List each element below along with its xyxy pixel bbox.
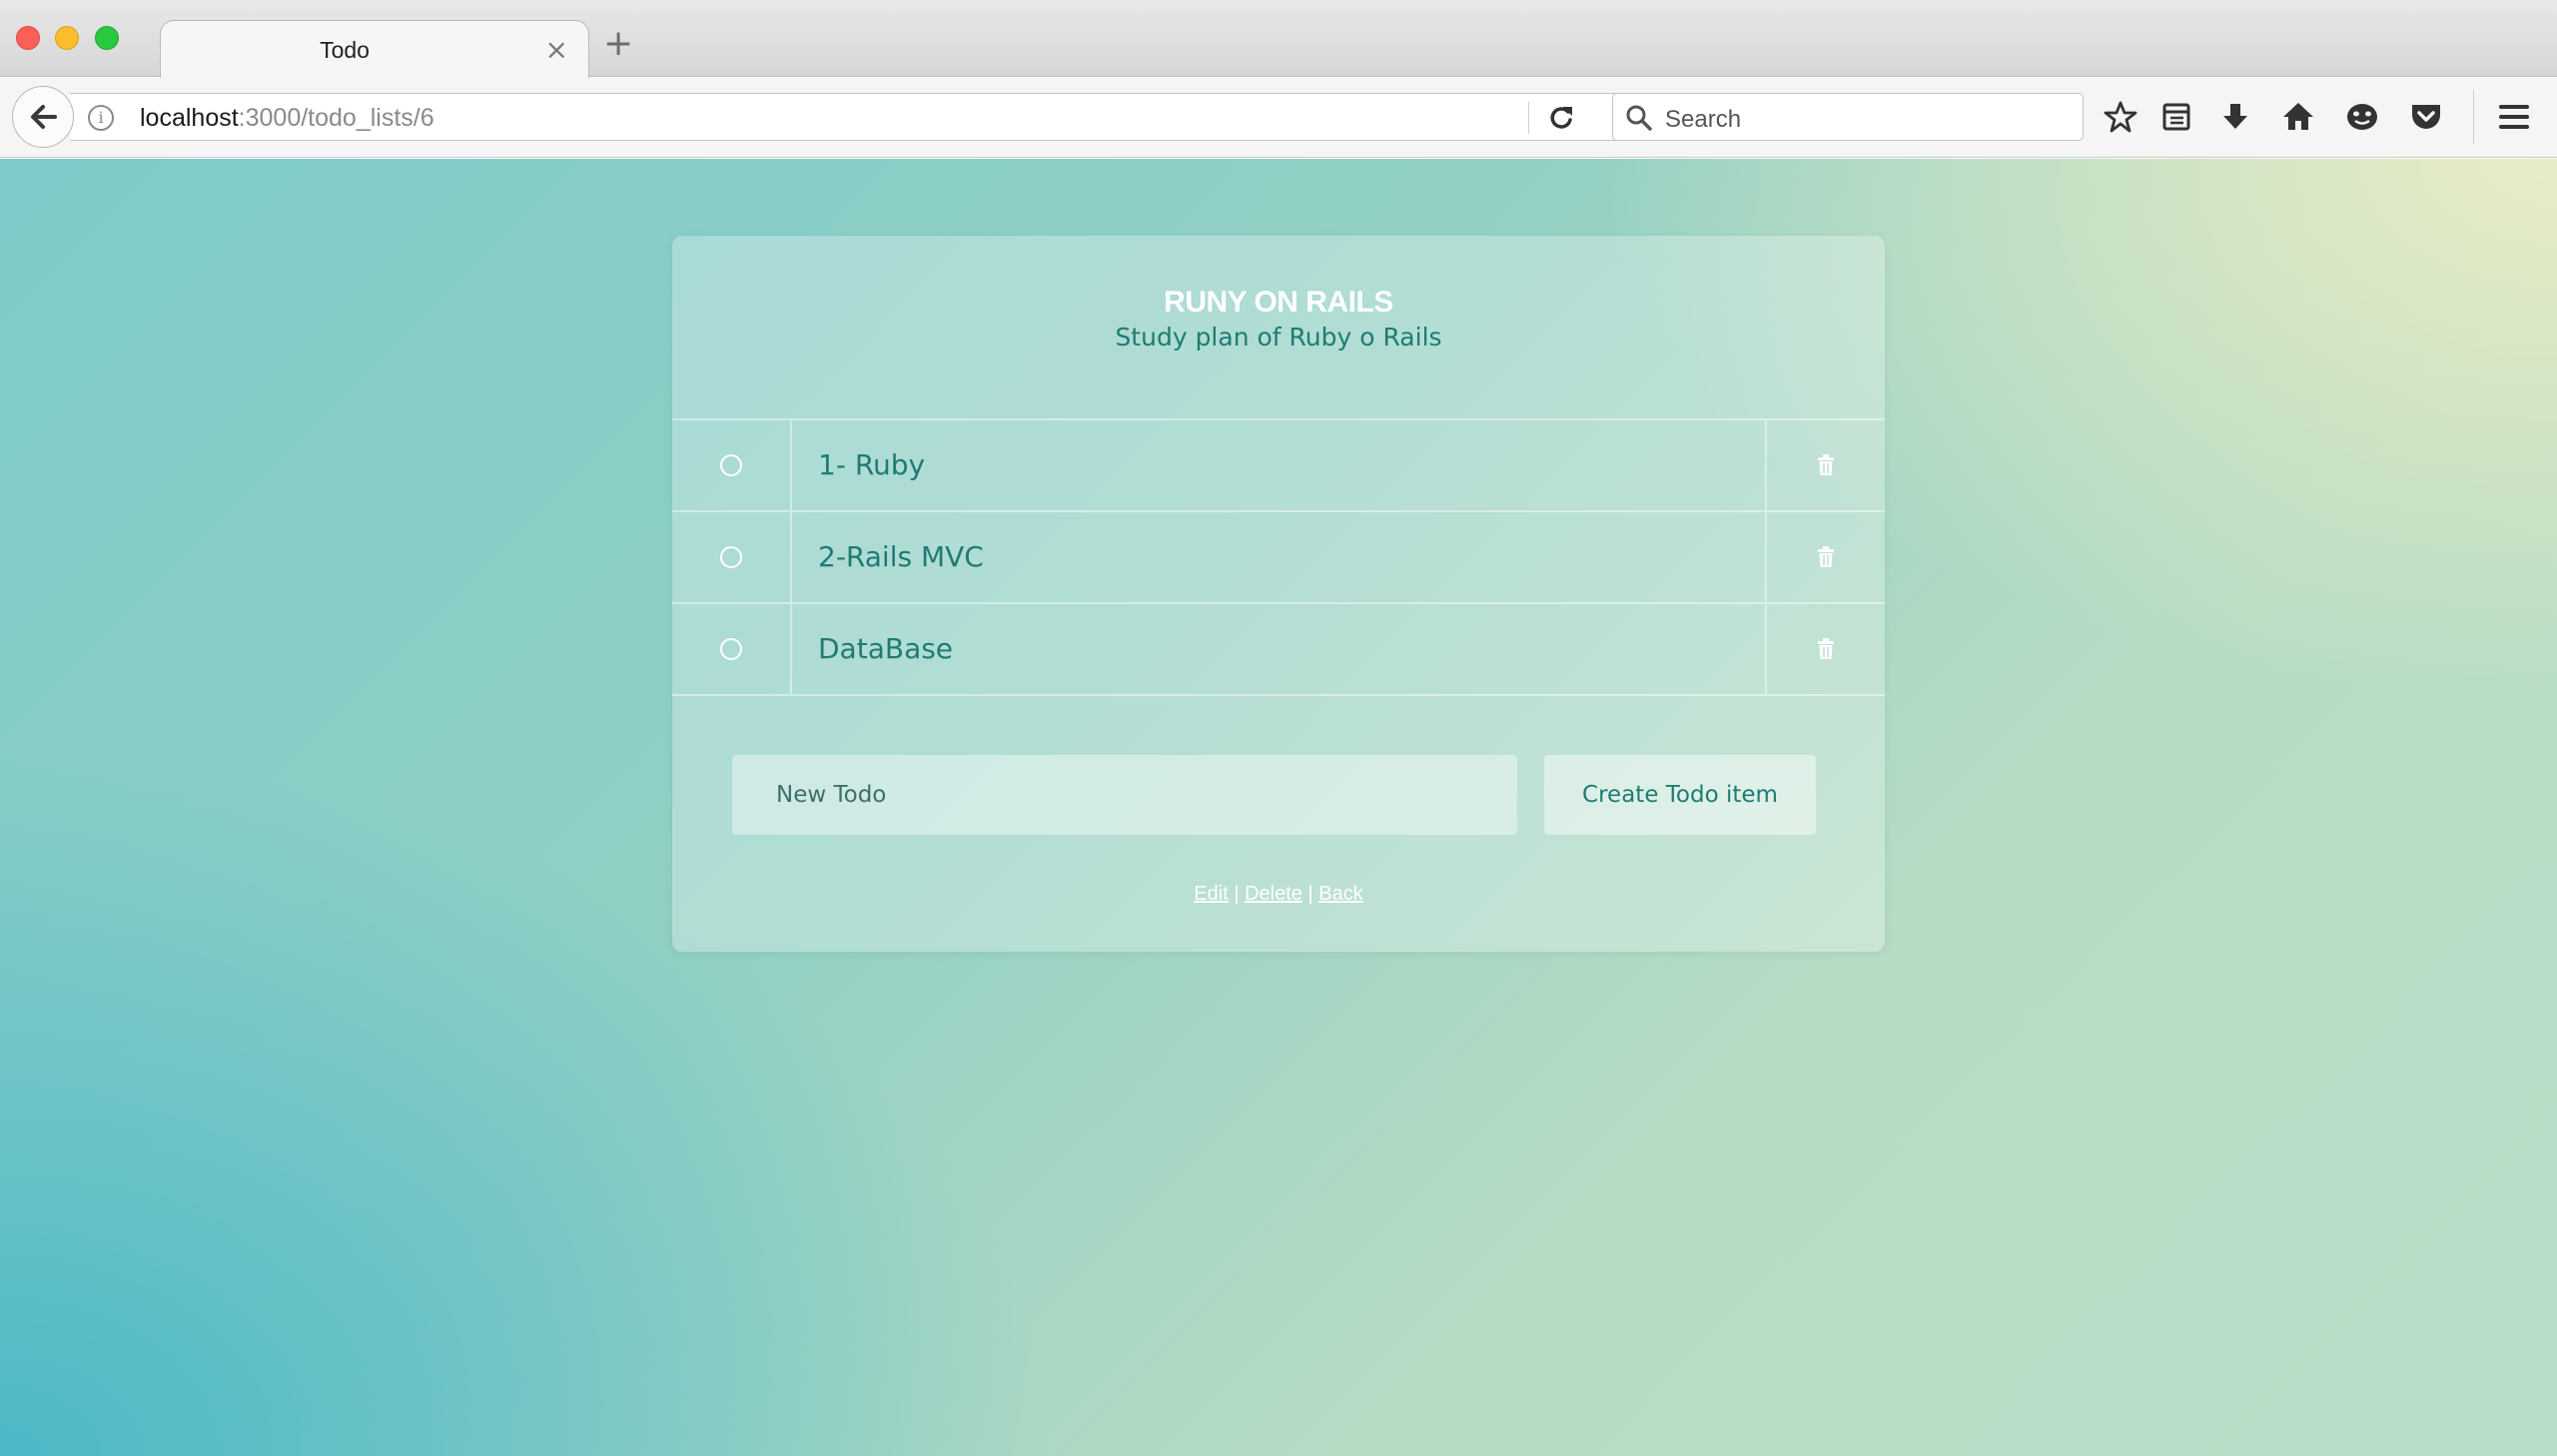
circle-icon — [720, 638, 742, 660]
todo-items: 1- Ruby 2-Rails MVC DataBase — [672, 418, 1885, 696]
trash-icon — [1818, 454, 1834, 475]
pocket-icon[interactable] — [2407, 98, 2445, 136]
todo-item-label: DataBase — [818, 632, 954, 665]
url-bar[interactable]: i localhost:3000/todo_lists/6 — [70, 93, 1638, 141]
create-todo-button[interactable]: Create Todo item — [1544, 755, 1816, 835]
complete-toggle[interactable] — [672, 604, 792, 694]
edit-link[interactable]: Edit — [1194, 883, 1228, 905]
back-button[interactable] — [12, 86, 74, 148]
url-divider — [1528, 102, 1529, 134]
delete-item-button[interactable] — [1765, 604, 1885, 694]
list-description: Study plan of Ruby o Rails — [1115, 323, 1442, 352]
todo-item-label: 2-Rails MVC — [818, 540, 984, 573]
todo-item: DataBase — [672, 604, 1885, 696]
back-arrow-icon — [31, 105, 57, 129]
home-icon[interactable] — [2279, 98, 2317, 136]
url-host: localhost — [140, 104, 239, 132]
search-bar[interactable]: Search — [1612, 93, 2084, 141]
page-background: RUNY ON RAILS Study plan of Ruby o Rails… — [0, 159, 2557, 1456]
close-window-button[interactable] — [16, 26, 40, 50]
back-link[interactable]: Back — [1318, 883, 1362, 905]
search-icon — [1626, 105, 1652, 131]
search-placeholder: Search — [1665, 106, 1742, 133]
circle-icon — [720, 454, 742, 476]
delete-item-button[interactable] — [1765, 512, 1885, 602]
delete-link[interactable]: Delete — [1245, 883, 1302, 905]
trash-icon — [1818, 638, 1834, 659]
list-actions: Edit | Delete | Back — [672, 883, 1885, 906]
complete-toggle[interactable] — [672, 420, 792, 510]
todo-item: 2-Rails MVC — [672, 512, 1885, 604]
bookmark-star-icon[interactable] — [2102, 98, 2139, 136]
new-tab-button[interactable]: + — [603, 26, 633, 62]
complete-toggle[interactable] — [672, 512, 792, 602]
download-icon[interactable] — [2216, 98, 2254, 136]
todo-item-label: 1- Ruby — [818, 448, 926, 481]
circle-icon — [720, 546, 742, 568]
tab-title: Todo — [320, 37, 370, 63]
url-path: :3000/todo_lists/6 — [238, 104, 434, 132]
link-separator: | — [1234, 883, 1240, 905]
delete-item-button[interactable] — [1765, 420, 1885, 510]
browser-tab-bar: Todo × + — [0, 0, 2557, 78]
reading-list-icon[interactable] — [2157, 98, 2195, 136]
reload-icon[interactable] — [1546, 103, 1576, 133]
toolbar-separator — [2473, 90, 2474, 144]
list-title: RUNY ON RAILS — [1164, 286, 1393, 319]
browser-tab-active[interactable]: Todo × — [160, 20, 589, 78]
tab-close-icon[interactable]: × — [545, 33, 568, 66]
emoji-icon[interactable] — [2343, 98, 2381, 136]
link-separator: | — [1307, 883, 1313, 905]
maximize-window-button[interactable] — [95, 26, 119, 50]
todo-list-card: RUNY ON RAILS Study plan of Ruby o Rails… — [672, 236, 1885, 952]
hamburger-menu-icon[interactable] — [2495, 98, 2533, 136]
new-todo-input[interactable] — [732, 755, 1517, 835]
info-icon[interactable]: i — [88, 105, 114, 131]
todo-item: 1- Ruby — [672, 420, 1885, 512]
url-text[interactable]: localhost:3000/todo_lists/6 — [140, 104, 434, 133]
browser-nav-bar: i localhost:3000/todo_lists/6 Search — [0, 78, 2557, 158]
trash-icon — [1818, 546, 1834, 567]
minimize-window-button[interactable] — [55, 26, 79, 50]
